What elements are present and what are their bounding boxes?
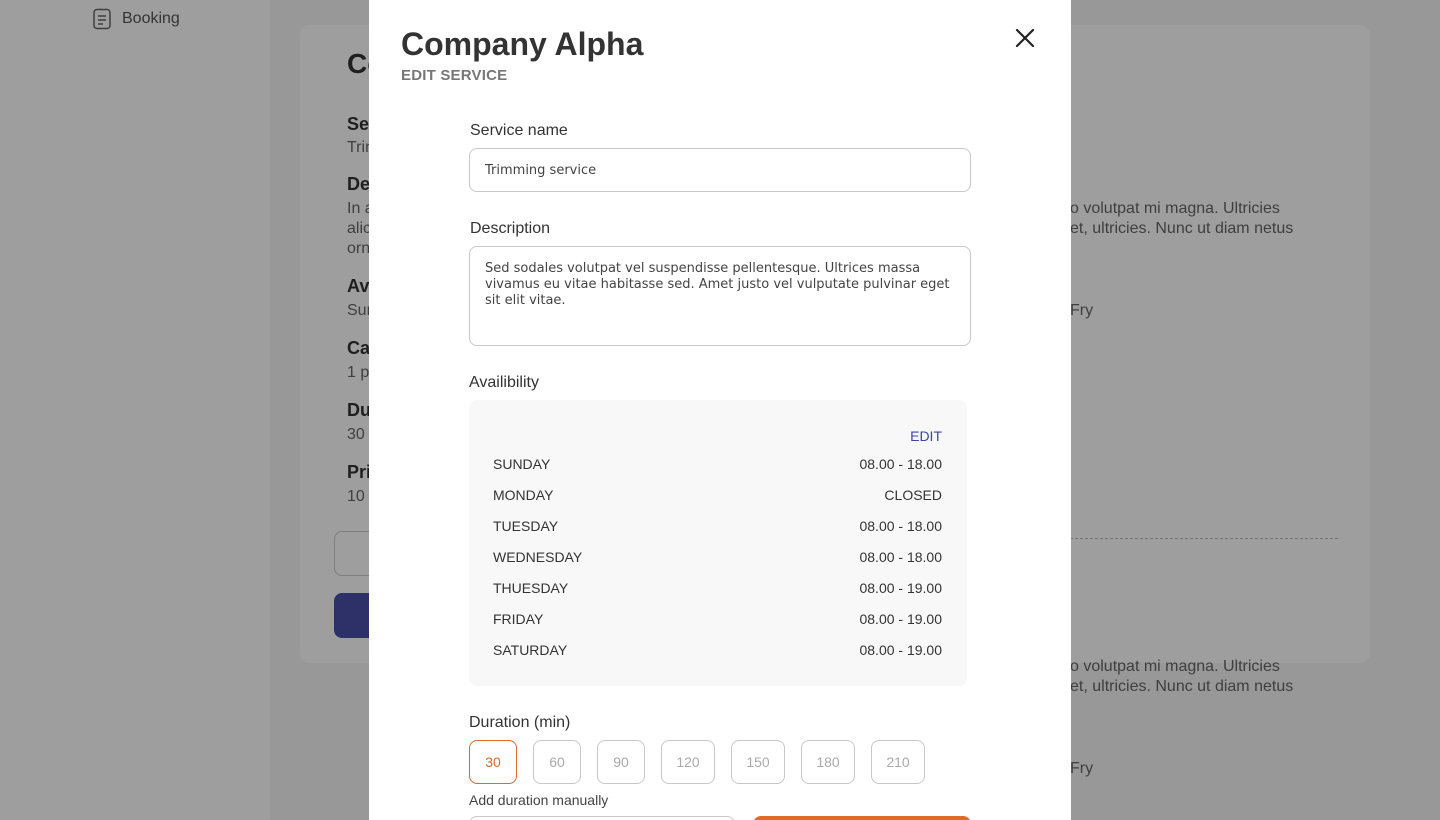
- duration-option-90[interactable]: 90: [597, 740, 645, 784]
- availability-row: MONDAY CLOSED: [493, 487, 942, 507]
- day-name: SATURDAY: [493, 642, 568, 658]
- service-name-input[interactable]: [469, 148, 971, 192]
- day-name: SUNDAY: [493, 456, 551, 472]
- availability-row: THUESDAY 08.00 - 19.00: [493, 580, 942, 600]
- add-duration-button[interactable]: [753, 816, 971, 820]
- day-hours: CLOSED: [884, 487, 942, 503]
- availability-row: SATURDAY 08.00 - 19.00: [493, 642, 942, 662]
- availability-row: SUNDAY 08.00 - 18.00: [493, 456, 942, 476]
- service-name-label: Service name: [470, 122, 568, 139]
- availability-row: TUESDAY 08.00 - 18.00: [493, 518, 942, 538]
- day-hours: 08.00 - 19.00: [859, 642, 942, 658]
- day-name: FRIDAY: [493, 611, 544, 627]
- manual-duration-label: Add duration manually: [469, 792, 609, 808]
- description-textarea[interactable]: Sed sodales volutpat vel suspendisse pel…: [469, 246, 971, 346]
- day-name: MONDAY: [493, 487, 554, 503]
- availability-panel: EDIT SUNDAY 08.00 - 18.00 MONDAY CLOSED …: [469, 400, 967, 686]
- day-hours: 08.00 - 19.00: [859, 611, 942, 627]
- duration-option-150[interactable]: 150: [731, 740, 785, 784]
- duration-option-120[interactable]: 120: [661, 740, 715, 784]
- availability-row: WEDNESDAY 08.00 - 18.00: [493, 549, 942, 569]
- description-label: Description: [470, 220, 551, 237]
- close-icon: [1013, 26, 1037, 50]
- availability-row: FRIDAY 08.00 - 19.00: [493, 611, 942, 631]
- day-hours: 08.00 - 18.00: [859, 549, 942, 565]
- edit-service-modal: Company Alpha EDIT SERVICE Service name …: [369, 0, 1071, 820]
- duration-option-60[interactable]: 60: [533, 740, 581, 784]
- duration-option-180[interactable]: 180: [801, 740, 855, 784]
- duration-option-30[interactable]: 30: [469, 740, 517, 784]
- duration-label: Duration (min): [469, 714, 571, 731]
- close-button[interactable]: [1013, 26, 1037, 50]
- availability-label: Availibility: [469, 374, 539, 391]
- manual-duration-input[interactable]: [469, 816, 735, 820]
- day-hours: 08.00 - 18.00: [859, 518, 942, 534]
- day-hours: 08.00 - 18.00: [859, 456, 942, 472]
- day-name: THUESDAY: [493, 580, 569, 596]
- modal-subtitle: EDIT SERVICE: [401, 67, 508, 84]
- duration-option-210[interactable]: 210: [871, 740, 925, 784]
- day-hours: 08.00 - 19.00: [859, 580, 942, 596]
- day-name: TUESDAY: [493, 518, 559, 534]
- day-name: WEDNESDAY: [493, 549, 583, 565]
- modal-title: Company Alpha: [401, 26, 644, 62]
- availability-edit-link[interactable]: EDIT: [910, 428, 942, 444]
